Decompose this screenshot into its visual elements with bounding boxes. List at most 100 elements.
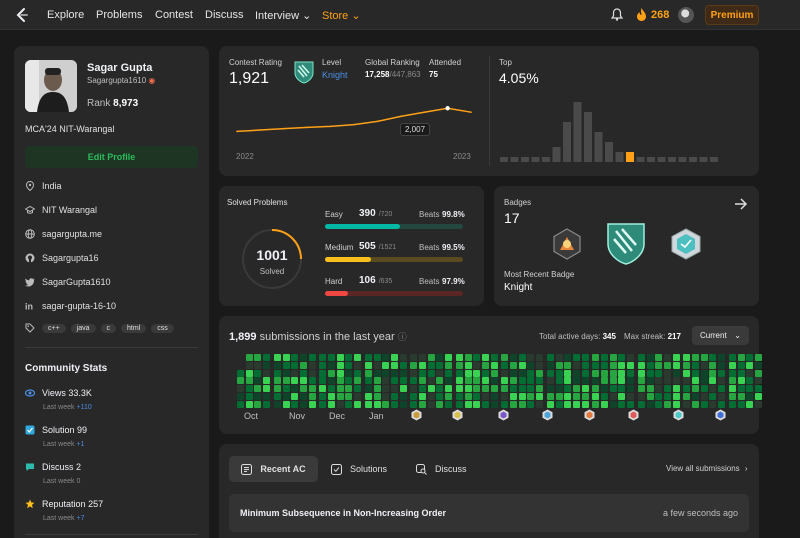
heatmap-cell[interactable] xyxy=(627,369,635,377)
heatmap-cell[interactable] xyxy=(336,361,344,369)
heatmap-cell[interactable] xyxy=(581,400,589,408)
heatmap-cell[interactable] xyxy=(410,400,418,408)
heatmap-cell[interactable] xyxy=(282,393,290,400)
monthly-badge-icon[interactable] xyxy=(411,409,422,421)
heatmap-cell[interactable] xyxy=(564,400,572,408)
heatmap-cell[interactable] xyxy=(718,354,726,361)
heatmap-cell[interactable] xyxy=(527,385,535,393)
heatmap-cell[interactable] xyxy=(672,400,680,408)
heatmap-cell[interactable] xyxy=(672,393,680,400)
heatmap-cell[interactable] xyxy=(655,354,663,361)
heatmap-cell[interactable] xyxy=(390,354,398,361)
heatmap-cell[interactable] xyxy=(728,369,736,377)
nav-store[interactable]: Store ⌄ xyxy=(322,9,361,22)
heatmap-cell[interactable] xyxy=(546,385,554,393)
heatmap-cell[interactable] xyxy=(646,377,654,385)
heatmap-cell[interactable] xyxy=(555,377,563,385)
heatmap-cell[interactable] xyxy=(245,377,253,385)
heatmap-cell[interactable] xyxy=(501,400,509,408)
heatmap-cell[interactable] xyxy=(564,361,572,369)
heatmap-cell[interactable] xyxy=(527,361,535,369)
heatmap-cell[interactable] xyxy=(364,400,372,408)
heatmap-cell[interactable] xyxy=(336,385,344,393)
heatmap-cell[interactable] xyxy=(427,385,435,393)
heatmap-cell[interactable] xyxy=(510,385,517,393)
heatmap-cell[interactable] xyxy=(319,354,327,361)
heatmap-cell[interactable] xyxy=(245,400,253,408)
heatmap-cell[interactable] xyxy=(336,369,344,377)
heatmap-cell[interactable] xyxy=(737,377,745,385)
heatmap-cell[interactable] xyxy=(419,385,426,393)
heatmap-cell[interactable] xyxy=(592,361,600,369)
heatmap-cell[interactable] xyxy=(646,354,654,361)
heatmap-cell[interactable] xyxy=(373,377,381,385)
heatmap-cell[interactable] xyxy=(609,377,617,385)
heatmap-cell[interactable] xyxy=(527,377,535,385)
heatmap-cell[interactable] xyxy=(473,354,481,361)
heatmap-cell[interactable] xyxy=(319,385,327,393)
heatmap-cell[interactable] xyxy=(490,354,498,361)
heatmap-cell[interactable] xyxy=(663,377,671,385)
histogram-bar[interactable] xyxy=(636,157,645,162)
heatmap-cell[interactable] xyxy=(518,354,526,361)
heatmap-cell[interactable] xyxy=(555,361,563,369)
heatmap-cell[interactable] xyxy=(609,354,617,361)
heatmap-cell[interactable] xyxy=(382,361,390,369)
heatmap-cell[interactable] xyxy=(273,400,281,408)
heatmap-cell[interactable] xyxy=(728,354,736,361)
skill-tag[interactable]: c++ xyxy=(42,323,66,333)
histogram-bar[interactable] xyxy=(657,157,666,162)
histogram-bar[interactable] xyxy=(521,157,529,162)
heatmap-cell[interactable] xyxy=(627,361,635,369)
heatmap-cell[interactable] xyxy=(273,393,281,400)
heatmap-cell[interactable] xyxy=(282,369,290,377)
heatmap-cell[interactable] xyxy=(609,369,617,377)
heatmap-cell[interactable] xyxy=(692,361,699,369)
heatmap-cell[interactable] xyxy=(364,354,372,361)
heatmap-cell[interactable] xyxy=(546,354,554,361)
heatmap-cell[interactable] xyxy=(319,400,327,408)
heatmap-cell[interactable] xyxy=(254,369,262,377)
rating-point[interactable] xyxy=(445,106,450,111)
heatmap-cell[interactable] xyxy=(273,361,281,369)
histogram-bar[interactable] xyxy=(552,147,561,162)
heatmap-cell[interactable] xyxy=(373,385,381,393)
heatmap-cell[interactable] xyxy=(683,354,691,361)
heatmap-cell[interactable] xyxy=(364,377,372,385)
heatmap-cell[interactable] xyxy=(672,385,680,393)
heatmap-cell[interactable] xyxy=(273,369,281,377)
heatmap-cell[interactable] xyxy=(510,400,517,408)
heatmap-cell[interactable] xyxy=(618,385,626,393)
heatmap-cell[interactable] xyxy=(683,361,691,369)
heatmap-cell[interactable] xyxy=(555,400,563,408)
heatmap-cell[interactable] xyxy=(336,393,344,400)
heatmap-cell[interactable] xyxy=(399,385,407,393)
heatmap-cell[interactable] xyxy=(354,385,362,393)
heatmap-cell[interactable] xyxy=(646,361,654,369)
user-avatar[interactable] xyxy=(678,7,694,23)
heatmap-cell[interactable] xyxy=(637,400,645,408)
heatmap-cell[interactable] xyxy=(627,377,635,385)
histogram-bar[interactable] xyxy=(510,157,519,162)
heatmap-cell[interactable] xyxy=(245,385,253,393)
heatmap-cell[interactable] xyxy=(663,400,671,408)
heatmap-cell[interactable] xyxy=(501,393,509,400)
heatmap-cell[interactable] xyxy=(427,369,435,377)
heatmap-cell[interactable] xyxy=(364,369,372,377)
heatmap-cell[interactable] xyxy=(627,400,635,408)
histogram-bar[interactable] xyxy=(678,157,687,162)
heatmap-cell[interactable] xyxy=(601,377,608,385)
heatmap-cell[interactable] xyxy=(410,393,418,400)
rating-point[interactable] xyxy=(376,120,379,123)
heatmap-cell[interactable] xyxy=(572,385,580,393)
heatmap-cell[interactable] xyxy=(655,400,663,408)
heatmap-cell[interactable] xyxy=(263,361,271,369)
heatmap-cell[interactable] xyxy=(754,385,762,393)
submission-title[interactable]: Minimum Subsequence in Non-Increasing Or… xyxy=(240,508,446,518)
heatmap-cell[interactable] xyxy=(637,377,645,385)
heatmap-cell[interactable] xyxy=(328,393,335,400)
heatmap-cell[interactable] xyxy=(445,393,453,400)
heatmap-cell[interactable] xyxy=(737,400,745,408)
heatmap-cell[interactable] xyxy=(746,400,754,408)
heatmap-cell[interactable] xyxy=(336,354,344,361)
